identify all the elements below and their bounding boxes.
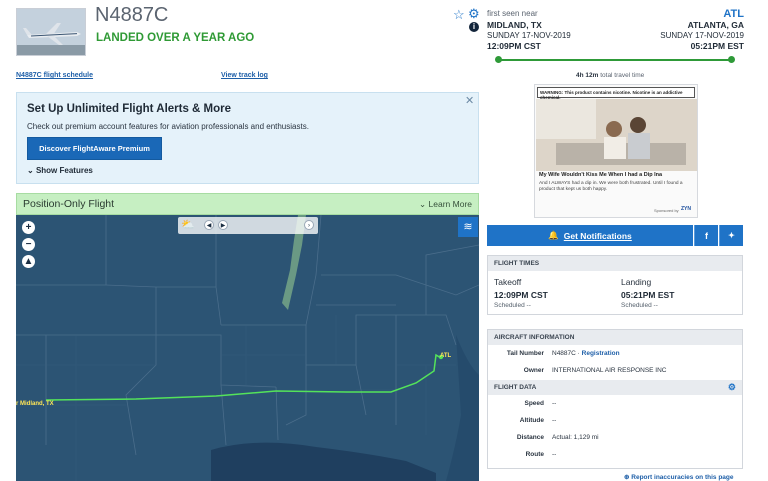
twitter-share-button[interactable]: ✦ — [719, 225, 743, 246]
destination-city: ATLANTA, GA — [687, 20, 744, 30]
layers-icon[interactable]: ≋ — [458, 217, 478, 237]
map-canvas — [16, 215, 479, 481]
chevron-down-icon: ⌄ — [419, 199, 427, 209]
show-features-toggle[interactable]: ⌄ Show Features — [27, 166, 93, 175]
flight-times-header: FLIGHT TIMES — [488, 256, 742, 271]
info-icon[interactable]: i — [469, 22, 479, 32]
plus-icon: ⊕ — [624, 474, 630, 481]
bell-icon: 🔔 — [548, 230, 559, 240]
flight-data-header: FLIGHT DATA ⚙ — [488, 380, 742, 395]
origin-time: 12:09PM CST — [487, 41, 541, 51]
takeoff-scheduled: Scheduled -- — [494, 302, 531, 309]
track-log-link[interactable]: View track log — [221, 72, 268, 79]
weather-play-button[interactable]: ▶ — [218, 220, 228, 230]
weather-cloud-icon: ⛅ — [181, 219, 195, 231]
report-inaccuracies-link[interactable]: ⊕ Report inaccuracies on this page — [624, 473, 734, 481]
flight-status: LANDED OVER A YEAR AGO — [96, 32, 255, 44]
origin-dot — [495, 56, 502, 63]
flight-times-panel: FLIGHT TIMES Takeoff 12:09PM CST Schedul… — [487, 255, 743, 315]
landing-label: Landing — [621, 277, 652, 287]
premium-promo-card: Set Up Unlimited Flight Alerts & More Ch… — [16, 92, 479, 184]
registration-link[interactable]: Registration — [582, 350, 620, 357]
facebook-icon: f — [705, 230, 708, 241]
origin-city: MIDLAND, TX — [487, 20, 542, 30]
takeoff-time: 12:09PM CST — [494, 290, 548, 300]
facebook-share-button[interactable]: f — [694, 225, 718, 246]
altitude-value: -- — [552, 417, 557, 424]
ad-headline: My Wife Wouldn't Kiss Me When I had a Di… — [539, 172, 663, 178]
compass-icon[interactable]: ▲ — [22, 255, 35, 268]
get-notifications-button[interactable]: 🔔 Get Notifications — [487, 225, 693, 246]
altitude-key: Altitude — [519, 417, 544, 424]
speed-value: -- — [552, 400, 557, 407]
ad-warning: WARNING: This product contains nicotine.… — [537, 87, 695, 100]
show-features-label: Show Features — [35, 166, 93, 175]
weather-playback-bar: ⛅ ◀ ▶ › — [178, 217, 318, 234]
landing-scheduled: Scheduled -- — [621, 302, 658, 309]
map-header: Position-Only Flight ⌄ Learn More — [16, 193, 479, 215]
destination-map-label: ATL — [440, 353, 452, 359]
gear-icon[interactable]: ⚙ — [728, 382, 736, 393]
route-progress-line — [498, 59, 732, 61]
owner-value: INTERNATIONAL AIR RESPONSE INC — [552, 367, 667, 374]
route-value: -- — [552, 451, 557, 458]
gear-icon[interactable]: ⚙ — [468, 6, 480, 22]
close-icon[interactable]: ✕ — [465, 94, 474, 107]
zoom-out-button[interactable]: − — [22, 238, 35, 251]
flight-map[interactable]: + − ▲ ⛅ ◀ ▶ › ≋ r Midland, TX ATL — [16, 215, 479, 481]
report-inaccuracies-label: Report inaccuracies on this page — [631, 474, 734, 481]
destination-time: 05:21PM EST — [690, 41, 744, 51]
aircraft-info-panel: AIRCRAFT INFORMATION Tail Number N4887C … — [487, 329, 743, 469]
origin-caption: first seen near — [487, 9, 538, 18]
landing-time: 05:21PM EST — [621, 290, 675, 300]
travel-time: 4h 12m total travel time — [576, 72, 644, 79]
promo-title: Set Up Unlimited Flight Alerts & More — [27, 103, 232, 115]
weather-next-button[interactable]: › — [304, 220, 314, 230]
destination-dot — [728, 56, 735, 63]
aircraft-info-header: AIRCRAFT INFORMATION — [488, 330, 742, 345]
learn-more-label: Learn More — [428, 199, 472, 209]
ad-sponsored-label: Sponsored by — [654, 208, 679, 213]
tail-number-key: Tail Number — [506, 350, 544, 357]
learn-more-link[interactable]: ⌄ Learn More — [419, 199, 472, 210]
owner-key: Owner — [523, 367, 544, 374]
origin-map-label: r Midland, TX — [16, 401, 54, 407]
aircraft-photo — [16, 8, 86, 56]
discover-premium-button[interactable]: Discover FlightAware Premium — [27, 137, 162, 160]
tail-number-value: N4887C · Registration — [552, 350, 620, 357]
star-icon[interactable]: ☆ — [453, 7, 465, 23]
get-notifications-label: Get Notifications — [563, 230, 632, 241]
chevron-down-icon: ⌄ — [27, 166, 34, 175]
ad-brand-logo: ZYN — [681, 206, 691, 212]
flight-data-title: FLIGHT DATA — [494, 384, 537, 391]
map-title: Position-Only Flight — [23, 198, 115, 210]
origin-date: SUNDAY 17-NOV-2019 — [487, 31, 571, 40]
distance-value: Actual: 1,129 mi — [552, 434, 599, 441]
tail-number-text: N4887C — [552, 350, 576, 357]
speed-key: Speed — [524, 400, 544, 407]
promo-text: Check out premium account features for a… — [27, 122, 309, 131]
travel-time-suffix: total travel time — [600, 72, 645, 79]
destination-code[interactable]: ATL — [723, 8, 744, 20]
flight-ident: N4887C — [95, 4, 169, 26]
ad-photo — [536, 99, 697, 171]
zoom-in-button[interactable]: + — [22, 221, 35, 234]
flight-schedule-link[interactable]: N4887C flight schedule — [16, 72, 93, 79]
weather-prev-button[interactable]: ◀ — [204, 220, 214, 230]
route-key: Route — [525, 451, 544, 458]
advertisement[interactable]: WARNING: This product contains nicotine.… — [534, 84, 698, 218]
destination-date: SUNDAY 17-NOV-2019 — [660, 31, 744, 40]
distance-key: Distance — [516, 434, 544, 441]
travel-time-value: 4h 12m — [576, 72, 599, 79]
takeoff-label: Takeoff — [494, 277, 522, 287]
twitter-icon: ✦ — [728, 231, 735, 240]
ad-body: And I ALWAYS had a dip in. We were both … — [539, 181, 683, 192]
